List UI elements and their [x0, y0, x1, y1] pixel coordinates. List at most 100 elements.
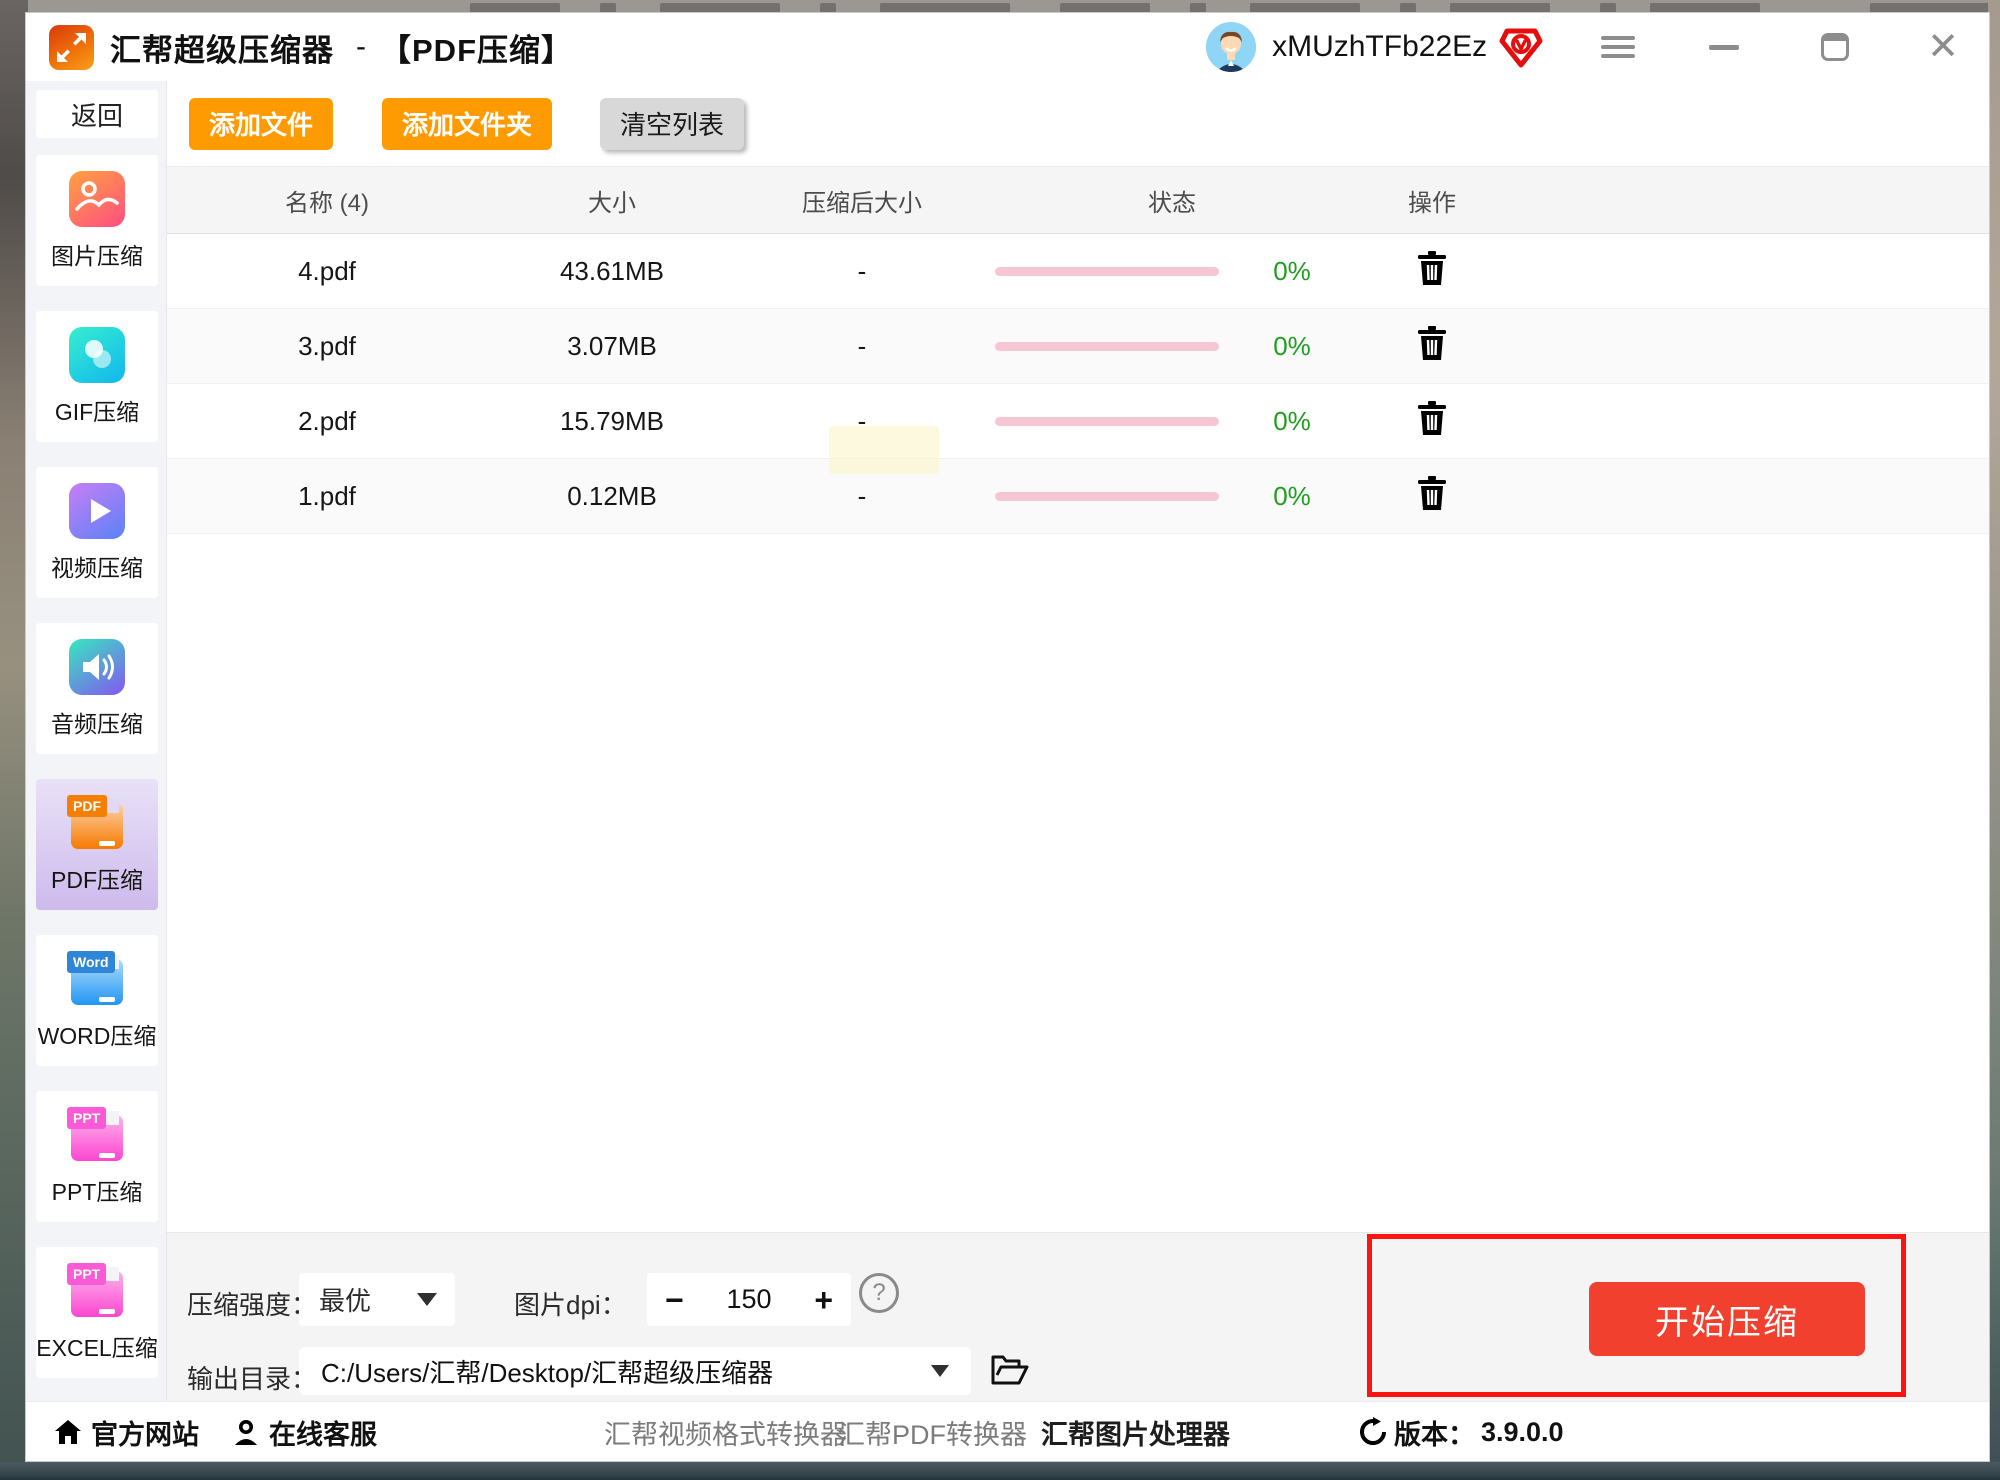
col-header-after-size: 压缩后大小: [737, 183, 987, 218]
image-processor-label: 汇帮图片处理器: [1041, 1413, 1230, 1452]
image-compress-icon: [69, 171, 125, 227]
folder-badge: PDF: [67, 795, 107, 817]
page-title: 【PDF压缩】: [380, 25, 573, 70]
gif-compress-icon: [69, 327, 125, 383]
back-button[interactable]: 返回: [36, 90, 158, 138]
file-name: 3.pdf: [167, 331, 487, 362]
delete-row-button[interactable]: [1357, 476, 1507, 517]
titlebar: 汇帮超级压缩器 - 【PDF压缩】 xMUzhTFb22Ez: [26, 13, 1989, 81]
audio-compress-icon: [69, 639, 125, 695]
sidebar-item-视频压缩[interactable]: 视频压缩: [36, 467, 158, 598]
table-header: 名称 (4) 大小 压缩后大小 状态 操作: [167, 166, 1989, 234]
col-header-name: 名称 (4): [167, 183, 487, 218]
file-name: 1.pdf: [167, 481, 487, 512]
dpi-stepper: − 150 +: [647, 1273, 851, 1326]
official-site-label: 官方网站: [91, 1413, 199, 1452]
progress-percent: 0%: [1227, 481, 1357, 512]
dpi-decrease-button[interactable]: −: [665, 1284, 684, 1316]
user-avatar[interactable]: [1206, 22, 1256, 72]
table-row-2.pdf: 2.pdf15.79MB-0%: [167, 384, 1989, 459]
home-icon: [53, 1417, 83, 1447]
folder-badge: PPT: [67, 1263, 106, 1285]
sidebar-item-label: 图片压缩: [51, 237, 143, 271]
toolbar: 添加文件 添加文件夹 清空列表: [167, 81, 1989, 166]
col-header-size: 大小: [487, 183, 737, 218]
help-icon[interactable]: ?: [859, 1273, 899, 1313]
close-icon[interactable]: ✕: [1927, 28, 1959, 66]
pdf-converter-link[interactable]: 汇帮PDF转换器: [838, 1402, 1027, 1462]
output-dir-select[interactable]: C:/Users/汇帮/Desktop/汇帮超级压缩器: [299, 1347, 971, 1395]
title-separator: -: [356, 30, 366, 64]
trash-icon: [1417, 401, 1447, 435]
app-title: 汇帮超级压缩器: [110, 25, 334, 70]
sidebar-item-label: PDF压缩: [51, 861, 143, 895]
online-service-link[interactable]: 在线客服: [231, 1402, 377, 1462]
image-processor-link[interactable]: 汇帮图片处理器: [1041, 1402, 1230, 1462]
sidebar-item-WORD压缩[interactable]: Word WORD压缩: [36, 935, 158, 1066]
progress-bar: [987, 342, 1227, 351]
ppt-folder-icon: PPT: [69, 1107, 125, 1163]
clear-list-button[interactable]: 清空列表: [600, 98, 744, 150]
sidebar-item-label: GIF压缩: [55, 393, 139, 427]
start-compress-button[interactable]: 开始压缩: [1589, 1282, 1865, 1356]
word-folder-icon: Word: [69, 951, 125, 1007]
main-panel: 添加文件 添加文件夹 清空列表 名称 (4) 大小 压缩后大小 状态 操作 4.…: [167, 81, 1989, 1461]
sidebar-item-EXCEL压缩[interactable]: PPT EXCEL压缩: [36, 1247, 158, 1378]
delete-row-button[interactable]: [1357, 326, 1507, 367]
dpi-increase-button[interactable]: +: [814, 1284, 833, 1316]
add-folder-button[interactable]: 添加文件夹: [382, 98, 552, 150]
folder-dash: [99, 841, 115, 846]
maximize-icon[interactable]: [1821, 33, 1849, 61]
video-compress-icon: [69, 483, 125, 539]
sidebar-item-label: WORD压缩: [38, 1017, 157, 1051]
delete-row-button[interactable]: [1357, 401, 1507, 442]
file-table: 4.pdf43.61MB-0%3.pdf3.07MB-0%2.pdf15.79M…: [167, 234, 1989, 534]
app-logo-icon: [49, 25, 94, 70]
sidebar-item-PDF压缩[interactable]: PDF PDF压缩: [36, 779, 158, 910]
progress-percent: 0%: [1227, 406, 1357, 437]
username: xMUzhTFb22Ez: [1272, 30, 1487, 64]
sidebar-item-label: EXCEL压缩: [36, 1329, 157, 1363]
delete-row-button[interactable]: [1357, 251, 1507, 292]
chevron-down-icon: [931, 1365, 949, 1377]
col-header-status: 状态: [987, 183, 1357, 218]
compressed-size: -: [737, 481, 987, 512]
table-empty-area: [167, 534, 1989, 1232]
folder-dash: [99, 1153, 115, 1158]
video-converter-link[interactable]: 汇帮视频格式转换器: [604, 1402, 847, 1462]
compressed-size: -: [737, 331, 987, 362]
folder-fold: [105, 799, 119, 813]
sidebar-item-图片压缩[interactable]: 图片压缩: [36, 155, 158, 286]
strength-label: 压缩强度：: [187, 1285, 317, 1322]
add-file-button[interactable]: 添加文件: [189, 98, 333, 150]
sidebar-item-PPT压缩[interactable]: PPTPPT压缩: [36, 1091, 158, 1222]
refresh-icon[interactable]: [1358, 1417, 1388, 1447]
output-dir-path: C:/Users/汇帮/Desktop/汇帮超级压缩器: [321, 1353, 773, 1390]
progress-bar: [987, 417, 1227, 426]
pdf-folder-icon: PDF: [69, 795, 125, 851]
desktop-wallpaper-left-edge: [0, 0, 28, 1480]
sidebar: 返回 图片压缩 GIF压缩视频压缩音频压缩 PDF PDF压缩 Word WORD压缩 PP…: [26, 81, 167, 1461]
table-row-4.pdf: 4.pdf43.61MB-0%: [167, 234, 1989, 309]
compressed-size: -: [737, 256, 987, 287]
browse-folder-icon[interactable]: [989, 1349, 1029, 1389]
progress-bar: [987, 492, 1227, 501]
sidebar-item-音频压缩[interactable]: 音频压缩: [36, 623, 158, 754]
folder-fold: [105, 1111, 119, 1125]
minimize-icon[interactable]: [1709, 45, 1739, 50]
file-size: 3.07MB: [487, 331, 737, 362]
pdf-converter-label: 汇帮PDF转换器: [838, 1413, 1027, 1452]
app-window: 汇帮超级压缩器 - 【PDF压缩】 xMUzhTFb22Ez: [25, 12, 1990, 1462]
official-site-link[interactable]: 官方网站: [53, 1402, 199, 1462]
file-size: 15.79MB: [487, 406, 737, 437]
settings-panel: 压缩强度： 最优 图片dpi： − 150 + ? 输出目录： C:/Users…: [167, 1232, 1989, 1401]
vip-badge-icon[interactable]: [1499, 25, 1543, 69]
sidebar-item-GIF压缩[interactable]: GIF压缩: [36, 311, 158, 442]
file-size: 43.61MB: [487, 256, 737, 287]
sidebar-item-label: 音频压缩: [51, 705, 143, 739]
folder-badge: Word: [67, 951, 115, 973]
strength-select[interactable]: 最优: [299, 1273, 455, 1326]
menu-icon[interactable]: [1601, 31, 1635, 63]
version-number: 3.9.0.0: [1481, 1417, 1564, 1448]
file-size: 0.12MB: [487, 481, 737, 512]
